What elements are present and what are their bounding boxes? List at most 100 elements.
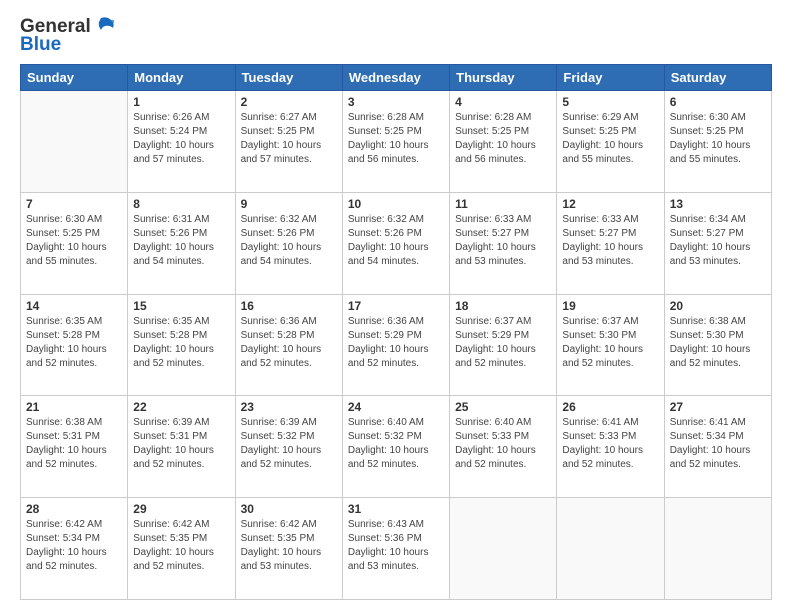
- day-number: 26: [562, 400, 658, 414]
- day-number: 9: [241, 197, 337, 211]
- day-info: Sunrise: 6:28 AM Sunset: 5:25 PM Dayligh…: [348, 111, 444, 167]
- day-number: 10: [348, 197, 444, 211]
- calendar-day-cell: 3 Sunrise: 6:28 AM Sunset: 5:25 PM Daylig…: [342, 91, 449, 193]
- day-number: 24: [348, 400, 444, 414]
- day-info: Sunrise: 6:37 AM Sunset: 5:29 PM Dayligh…: [455, 315, 551, 371]
- day-info: Sunrise: 6:30 AM Sunset: 5:25 PM Dayligh…: [26, 213, 122, 269]
- calendar-day-cell: 8 Sunrise: 6:31 AM Sunset: 5:26 PM Daylig…: [128, 192, 235, 294]
- calendar-day-cell: 10 Sunrise: 6:32 AM Sunset: 5:26 PM Dayli…: [342, 192, 449, 294]
- day-info: Sunrise: 6:35 AM Sunset: 5:28 PM Dayligh…: [133, 315, 229, 371]
- calendar-day-cell: 28 Sunrise: 6:42 AM Sunset: 5:34 PM Dayli…: [21, 498, 128, 600]
- day-number: 5: [562, 95, 658, 109]
- calendar-week-row: 7 Sunrise: 6:30 AM Sunset: 5:25 PM Daylig…: [21, 192, 772, 294]
- day-number: 19: [562, 299, 658, 313]
- calendar-day-cell: 15 Sunrise: 6:35 AM Sunset: 5:28 PM Dayli…: [128, 294, 235, 396]
- calendar-day-cell: 26 Sunrise: 6:41 AM Sunset: 5:33 PM Dayli…: [557, 396, 664, 498]
- day-info: Sunrise: 6:42 AM Sunset: 5:35 PM Dayligh…: [133, 518, 229, 574]
- day-number: 15: [133, 299, 229, 313]
- logo-blue: Blue: [20, 34, 61, 56]
- day-number: 1: [133, 95, 229, 109]
- weekday-header-wednesday: Wednesday: [342, 65, 449, 91]
- calendar-day-cell: [450, 498, 557, 600]
- logo-bird-icon: [93, 16, 115, 34]
- calendar-day-cell: 12 Sunrise: 6:33 AM Sunset: 5:27 PM Dayli…: [557, 192, 664, 294]
- day-number: 6: [670, 95, 766, 109]
- weekday-header-saturday: Saturday: [664, 65, 771, 91]
- weekday-header-thursday: Thursday: [450, 65, 557, 91]
- calendar-day-cell: 23 Sunrise: 6:39 AM Sunset: 5:32 PM Dayli…: [235, 396, 342, 498]
- calendar-day-cell: [21, 91, 128, 193]
- day-number: 17: [348, 299, 444, 313]
- calendar-week-row: 28 Sunrise: 6:42 AM Sunset: 5:34 PM Dayli…: [21, 498, 772, 600]
- day-number: 7: [26, 197, 122, 211]
- calendar-day-cell: 27Sunrise: 6:41 AM Sunset: 5:34 PM Dayli…: [664, 396, 771, 498]
- day-info: Sunrise: 6:39 AM Sunset: 5:31 PM Dayligh…: [133, 416, 229, 472]
- calendar-day-cell: 17 Sunrise: 6:36 AM Sunset: 5:29 PM Dayli…: [342, 294, 449, 396]
- day-number: 14: [26, 299, 122, 313]
- day-info: Sunrise: 6:39 AM Sunset: 5:32 PM Dayligh…: [241, 416, 337, 472]
- calendar-day-cell: 14 Sunrise: 6:35 AM Sunset: 5:28 PM Dayli…: [21, 294, 128, 396]
- day-number: 29: [133, 502, 229, 516]
- day-info: Sunrise: 6:41 AM Sunset: 5:33 PM Dayligh…: [562, 416, 658, 472]
- day-number: 20: [670, 299, 766, 313]
- day-number: 8: [133, 197, 229, 211]
- calendar-day-cell: 18 Sunrise: 6:37 AM Sunset: 5:29 PM Dayli…: [450, 294, 557, 396]
- day-info: Sunrise: 6:36 AM Sunset: 5:28 PM Dayligh…: [241, 315, 337, 371]
- calendar-day-cell: [557, 498, 664, 600]
- calendar-day-cell: 16 Sunrise: 6:36 AM Sunset: 5:28 PM Dayli…: [235, 294, 342, 396]
- day-info: Sunrise: 6:33 AM Sunset: 5:27 PM Dayligh…: [455, 213, 551, 269]
- calendar-day-cell: 30Sunrise: 6:42 AM Sunset: 5:35 PM Dayli…: [235, 498, 342, 600]
- day-info: Sunrise: 6:42 AM Sunset: 5:35 PM Dayligh…: [241, 518, 337, 574]
- day-info: Sunrise: 6:36 AM Sunset: 5:29 PM Dayligh…: [348, 315, 444, 371]
- day-info: Sunrise: 6:34 AM Sunset: 5:27 PM Dayligh…: [670, 213, 766, 269]
- calendar-day-cell: 11 Sunrise: 6:33 AM Sunset: 5:27 PM Dayli…: [450, 192, 557, 294]
- calendar-day-cell: 4 Sunrise: 6:28 AM Sunset: 5:25 PM Daylig…: [450, 91, 557, 193]
- calendar-day-cell: 31Sunrise: 6:43 AM Sunset: 5:36 PM Dayli…: [342, 498, 449, 600]
- day-info: Sunrise: 6:42 AM Sunset: 5:34 PM Dayligh…: [26, 518, 122, 574]
- calendar-day-cell: 29 Sunrise: 6:42 AM Sunset: 5:35 PM Dayli…: [128, 498, 235, 600]
- day-number: 3: [348, 95, 444, 109]
- calendar-day-cell: 22 Sunrise: 6:39 AM Sunset: 5:31 PM Dayli…: [128, 396, 235, 498]
- day-number: 23: [241, 400, 337, 414]
- calendar-day-cell: 2Sunrise: 6:27 AM Sunset: 5:25 PM Daylig…: [235, 91, 342, 193]
- calendar-week-row: 21Sunrise: 6:38 AM Sunset: 5:31 PM Dayli…: [21, 396, 772, 498]
- day-info: Sunrise: 6:29 AM Sunset: 5:25 PM Dayligh…: [562, 111, 658, 167]
- day-info: Sunrise: 6:30 AM Sunset: 5:25 PM Dayligh…: [670, 111, 766, 167]
- logo: General Blue: [20, 16, 115, 56]
- day-info: Sunrise: 6:31 AM Sunset: 5:26 PM Dayligh…: [133, 213, 229, 269]
- day-number: 16: [241, 299, 337, 313]
- weekday-header-row: SundayMondayTuesdayWednesdayThursdayFrid…: [21, 65, 772, 91]
- day-info: Sunrise: 6:33 AM Sunset: 5:27 PM Dayligh…: [562, 213, 658, 269]
- weekday-header-tuesday: Tuesday: [235, 65, 342, 91]
- day-info: Sunrise: 6:43 AM Sunset: 5:36 PM Dayligh…: [348, 518, 444, 574]
- day-number: 13: [670, 197, 766, 211]
- day-info: Sunrise: 6:32 AM Sunset: 5:26 PM Dayligh…: [241, 213, 337, 269]
- calendar-page: General Blue SundayMondayTuesdayWednesda…: [0, 0, 792, 612]
- calendar-day-cell: [664, 498, 771, 600]
- weekday-header-monday: Monday: [128, 65, 235, 91]
- day-number: 2: [241, 95, 337, 109]
- day-info: Sunrise: 6:38 AM Sunset: 5:30 PM Dayligh…: [670, 315, 766, 371]
- calendar-day-cell: 7 Sunrise: 6:30 AM Sunset: 5:25 PM Daylig…: [21, 192, 128, 294]
- day-number: 25: [455, 400, 551, 414]
- day-info: Sunrise: 6:28 AM Sunset: 5:25 PM Dayligh…: [455, 111, 551, 167]
- calendar-day-cell: 25Sunrise: 6:40 AM Sunset: 5:33 PM Dayli…: [450, 396, 557, 498]
- calendar-day-cell: 9 Sunrise: 6:32 AM Sunset: 5:26 PM Daylig…: [235, 192, 342, 294]
- day-number: 18: [455, 299, 551, 313]
- day-info: Sunrise: 6:26 AM Sunset: 5:24 PM Dayligh…: [133, 111, 229, 167]
- day-number: 22: [133, 400, 229, 414]
- calendar-day-cell: 6 Sunrise: 6:30 AM Sunset: 5:25 PM Daylig…: [664, 91, 771, 193]
- day-number: 12: [562, 197, 658, 211]
- day-number: 28: [26, 502, 122, 516]
- day-number: 4: [455, 95, 551, 109]
- weekday-header-sunday: Sunday: [21, 65, 128, 91]
- weekday-header-friday: Friday: [557, 65, 664, 91]
- calendar-day-cell: 21Sunrise: 6:38 AM Sunset: 5:31 PM Dayli…: [21, 396, 128, 498]
- day-info: Sunrise: 6:41 AM Sunset: 5:34 PM Dayligh…: [670, 416, 766, 472]
- day-number: 11: [455, 197, 551, 211]
- day-info: Sunrise: 6:32 AM Sunset: 5:26 PM Dayligh…: [348, 213, 444, 269]
- calendar-day-cell: 5 Sunrise: 6:29 AM Sunset: 5:25 PM Daylig…: [557, 91, 664, 193]
- calendar-day-cell: 24Sunrise: 6:40 AM Sunset: 5:32 PM Dayli…: [342, 396, 449, 498]
- header: General Blue: [20, 16, 772, 56]
- day-info: Sunrise: 6:35 AM Sunset: 5:28 PM Dayligh…: [26, 315, 122, 371]
